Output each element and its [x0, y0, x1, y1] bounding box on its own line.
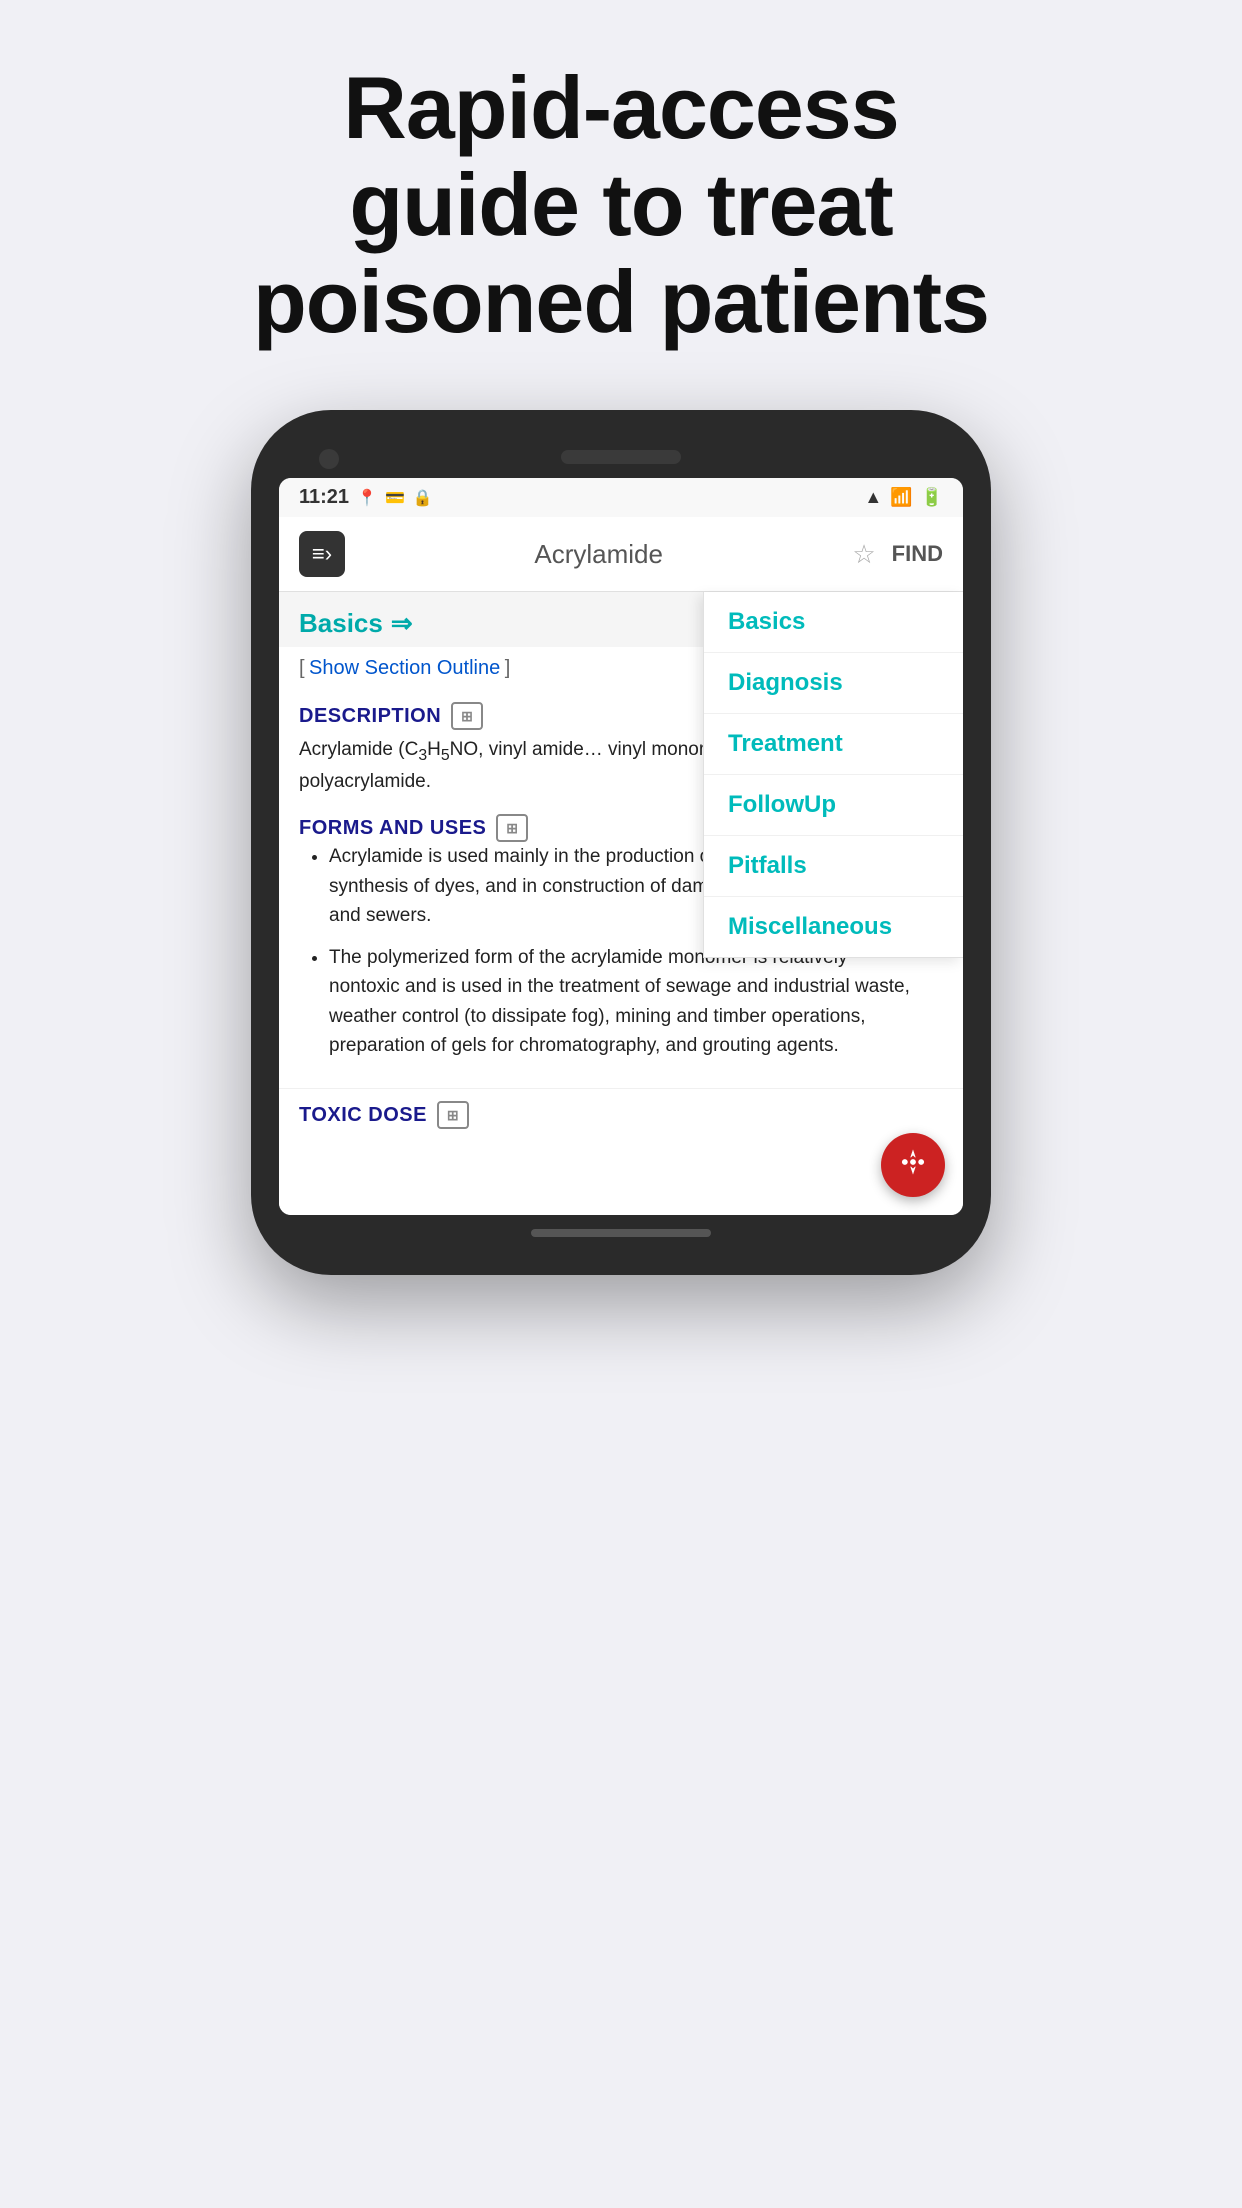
- bottom-spacer: [279, 1135, 963, 1215]
- dropdown-item-miscellaneous[interactable]: Miscellaneous: [704, 897, 963, 957]
- description-title-text: DESCRIPTION: [299, 705, 441, 728]
- favorite-star-icon[interactable]: ☆: [852, 539, 875, 570]
- dropdown-item-basics[interactable]: Basics: [704, 592, 963, 653]
- content-area: Basics ⇒ Basics Diagnosis Treatment Foll…: [279, 592, 963, 1215]
- status-time: 11:21: [299, 486, 349, 509]
- status-left: 11:21 📍 💳 🔒: [299, 486, 433, 509]
- show-section-outline-link[interactable]: Show Section Outline: [309, 657, 500, 679]
- home-indicator: [531, 1229, 711, 1237]
- status-bar: 11:21 📍 💳 🔒 ▲ 📶 🔋: [279, 478, 963, 517]
- fab-icon: [899, 1148, 927, 1183]
- phone-speaker: [561, 450, 681, 464]
- dropdown-item-diagnosis[interactable]: Diagnosis: [704, 653, 963, 714]
- sim-icon: 💳: [385, 488, 405, 508]
- nav-right-actions: ☆ FIND: [852, 539, 943, 570]
- signal-icon: 📶: [890, 487, 912, 508]
- forms-uses-title-text: FORMS AND USES: [299, 817, 486, 840]
- hero-line3: poisoned patients: [253, 252, 989, 351]
- description-icon[interactable]: ⊞: [451, 702, 483, 730]
- forms-uses-icon[interactable]: ⊞: [496, 814, 528, 842]
- logo-icon: ≡›: [312, 541, 332, 567]
- dropdown-item-pitfalls[interactable]: Pitfalls: [704, 836, 963, 897]
- phone-camera: [319, 449, 339, 469]
- vpn-icon: 🔒: [413, 488, 433, 508]
- hero-text: Rapid-access guide to treat poisoned pat…: [173, 0, 1069, 390]
- dropdown-item-treatment[interactable]: Treatment: [704, 714, 963, 775]
- toxic-dose-title: TOXIC DOSE ⊞: [299, 1101, 943, 1129]
- dropdown-item-followup[interactable]: FollowUp: [704, 775, 963, 836]
- page-wrapper: Rapid-access guide to treat poisoned pat…: [0, 0, 1242, 2208]
- wifi-icon: ▲: [864, 487, 882, 508]
- app-logo[interactable]: ≡›: [299, 531, 345, 577]
- status-right: ▲ 📶 🔋: [864, 487, 943, 508]
- toxic-dose-section: TOXIC DOSE ⊞: [279, 1088, 963, 1135]
- phone-device: 11:21 📍 💳 🔒 ▲ 📶 🔋 ≡›: [251, 410, 991, 1275]
- bracket-close: ]: [505, 657, 511, 679]
- phone-outer: 11:21 📍 💳 🔒 ▲ 📶 🔋 ≡›: [251, 410, 991, 1275]
- nav-title: Acrylamide: [345, 539, 852, 570]
- phone-screen: 11:21 📍 💳 🔒 ▲ 📶 🔋 ≡›: [279, 478, 963, 1215]
- toxic-dose-title-text: TOXIC DOSE: [299, 1104, 427, 1127]
- hero-line1: Rapid-access: [343, 58, 898, 157]
- phone-top-bar: [279, 440, 963, 478]
- toxic-dose-icon[interactable]: ⊞: [437, 1101, 469, 1129]
- battery-icon: 🔋: [921, 487, 943, 508]
- section-dropdown-menu: Basics Diagnosis Treatment FollowUp Pitf…: [703, 592, 963, 958]
- hero-line2: guide to treat: [349, 155, 892, 254]
- toxic-dose-icon-symbol: ⊞: [447, 1107, 459, 1124]
- forms-uses-icon-symbol: ⊞: [506, 820, 518, 837]
- list-item: The polymerized form of the acrylamide m…: [329, 943, 923, 1061]
- phone-bottom-bar: [279, 1215, 963, 1245]
- bracket-open: [: [299, 657, 305, 679]
- section-title-arrow-icon: ⇒: [391, 608, 413, 639]
- location-dot-icon: 📍: [357, 488, 377, 508]
- description-icon-symbol: ⊞: [461, 708, 473, 725]
- find-button[interactable]: FIND: [892, 541, 943, 567]
- section-title-text: Basics: [299, 608, 383, 639]
- app-nav-bar: ≡› Acrylamide ☆ FIND: [279, 517, 963, 592]
